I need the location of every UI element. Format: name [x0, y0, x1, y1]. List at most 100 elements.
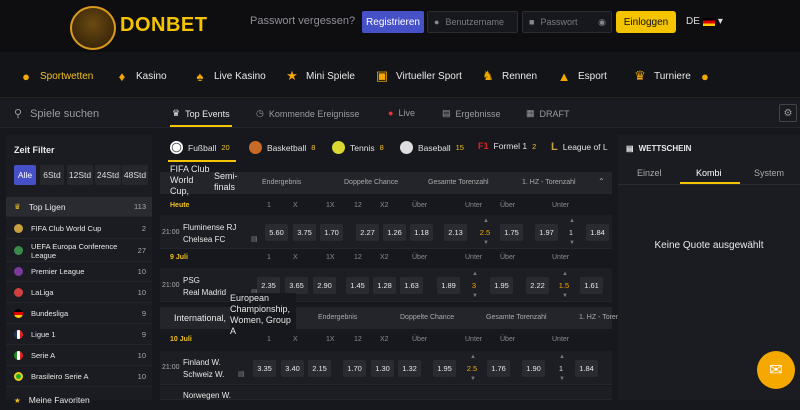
odd-1[interactable]: 5.60: [265, 224, 288, 241]
odd-1x[interactable]: 2.27: [356, 224, 379, 241]
gear-icon[interactable]: ⚙: [779, 104, 797, 122]
odd-1x[interactable]: 1.70: [343, 360, 366, 377]
odd-x2[interactable]: 1.32: [398, 360, 421, 377]
filter-48std[interactable]: 48Std: [122, 165, 148, 185]
sidebar-item-fifa-club-world-cup[interactable]: FIFA Club World Cup 2: [6, 219, 152, 239]
line-down-icon[interactable]: ▼: [562, 293, 568, 299]
tab-kommende-ereignisse[interactable]: ◷ Kommende Ereignisse: [256, 108, 359, 119]
sidebar-item-laliga[interactable]: LaLiga 10: [6, 283, 152, 303]
sidebar-item-favoriten[interactable]: ★ Meine Favoriten: [6, 390, 152, 410]
betslip-tab-einzel[interactable]: Einzel: [637, 168, 662, 178]
odd-12[interactable]: 1.26: [383, 224, 406, 241]
total-line[interactable]: 2.5: [479, 224, 491, 241]
sidebar-title: Zeit Filter: [14, 145, 55, 155]
tab-top-events[interactable]: ♛ Top Events: [172, 108, 230, 119]
chevron-up-icon[interactable]: ⌃: [598, 177, 605, 186]
odd-x[interactable]: 3.65: [285, 277, 308, 294]
total-line[interactable]: 3: [468, 277, 480, 294]
logo-icon[interactable]: [70, 6, 116, 50]
odd-2[interactable]: 2.90: [313, 277, 336, 294]
odd-1x[interactable]: 1.45: [346, 277, 369, 294]
sport-tab-league-of-legends[interactable]: L League of L: [551, 141, 608, 153]
register-button[interactable]: Registrieren: [362, 11, 424, 33]
odd-1[interactable]: 3.35: [253, 360, 276, 377]
line-down-icon[interactable]: ▼: [470, 376, 476, 382]
line-down-icon[interactable]: ▼: [569, 240, 575, 246]
odd-over[interactable]: 2.13: [444, 224, 467, 241]
betslip-tab-system[interactable]: System: [754, 168, 784, 178]
username-input[interactable]: ● Benutzername: [427, 11, 518, 33]
betslip-tab-kombi[interactable]: Kombi: [696, 168, 722, 178]
odd-x[interactable]: 3.75: [293, 224, 316, 241]
ht-line[interactable]: 1: [565, 224, 577, 241]
nav-mini-spiele[interactable]: ★ Mini Spiele: [284, 68, 355, 84]
chat-icon[interactable]: ✉: [757, 351, 795, 389]
sidebar-item-bundesliga[interactable]: Bundesliga 9: [6, 304, 152, 324]
sidebar-item-top-ligen[interactable]: ♛ Top Ligen 113: [6, 197, 152, 217]
tab-draft[interactable]: ▦ DRAFT: [526, 108, 570, 119]
line-down-icon[interactable]: ▼: [472, 293, 478, 299]
stats-icon[interactable]: ▤: [238, 370, 245, 378]
sport-tab-basketball[interactable]: Basketball 8: [249, 141, 315, 154]
nav-esport[interactable]: ▲ Esport: [556, 68, 607, 84]
sport-tab-baseball[interactable]: Baseball 15: [400, 141, 464, 154]
odd-1[interactable]: 2.35: [257, 277, 280, 294]
odd-ht-over[interactable]: 1.90: [522, 360, 545, 377]
odd-ht-under[interactable]: 1.84: [586, 224, 609, 241]
sidebar-item-premier-league[interactable]: Premier League 10: [6, 262, 152, 282]
odd-x2[interactable]: 1.18: [410, 224, 433, 241]
odd-12[interactable]: 1.30: [371, 360, 394, 377]
line-down-icon[interactable]: ▼: [483, 240, 489, 246]
sidebar-item-brasileiro-serie-a[interactable]: Brasileiro Serie A 10: [6, 367, 152, 387]
sidebar-item-ligue-1[interactable]: Ligue 1 9: [6, 325, 152, 345]
sidebar-item-uefa-conference-league[interactable]: UEFA Europa Conference League 27: [6, 240, 152, 262]
results-icon: ▤: [442, 108, 451, 118]
odd-ht-under[interactable]: 1.61: [580, 277, 603, 294]
filter-12std[interactable]: 12Std: [67, 165, 93, 185]
line-down-icon[interactable]: ▼: [559, 376, 565, 382]
login-button[interactable]: Einloggen: [616, 11, 676, 33]
filter-alle[interactable]: Alle: [14, 165, 36, 185]
home-team: Norwegen W.: [183, 391, 232, 400]
filter-6std[interactable]: 6Std: [40, 165, 64, 185]
odd-2[interactable]: 1.70: [320, 224, 343, 241]
odd-2[interactable]: 2.15: [308, 360, 331, 377]
odd-ht-over[interactable]: 2.22: [526, 277, 549, 294]
eye-icon[interactable]: ◉: [598, 17, 606, 28]
stats-icon[interactable]: ▤: [251, 235, 258, 243]
nav-kasino[interactable]: ♦ Kasino: [114, 68, 167, 84]
odd-over[interactable]: 1.89: [437, 277, 460, 294]
col-header: Über: [500, 254, 516, 261]
odd-under[interactable]: 1.75: [500, 224, 523, 241]
nav-live-kasino[interactable]: ♠ Live Kasino: [192, 68, 266, 84]
sport-tab-formel-1[interactable]: F1 Formel 1 2: [478, 141, 536, 151]
nav-sportwetten[interactable]: ● Sportwetten: [18, 68, 93, 84]
search-icon: ⚲: [14, 108, 23, 120]
odd-ht-over[interactable]: 1.97: [535, 224, 558, 241]
sport-tab-tennis[interactable]: Tennis 8: [332, 141, 384, 154]
password-input[interactable]: ■ Passwort ◉: [522, 11, 612, 33]
sport-tab-fussball[interactable]: Fußball 20: [170, 141, 230, 154]
nav-turniere[interactable]: ♛ Turniere ●: [632, 68, 713, 84]
tab-ergebnisse[interactable]: ▤ Ergebnisse: [442, 108, 501, 119]
odd-ht-under[interactable]: 1.84: [575, 360, 598, 377]
odd-under[interactable]: 1.76: [487, 360, 510, 377]
total-line[interactable]: 2.5: [466, 360, 478, 377]
search-input[interactable]: ⚲ Spiele suchen: [14, 107, 99, 121]
nav-rennen[interactable]: ♞ Rennen: [480, 68, 537, 84]
logo-text[interactable]: DONBET: [120, 14, 207, 37]
odd-over[interactable]: 1.95: [433, 360, 456, 377]
nav-virtueller-sport[interactable]: ▣ Virtueller Sport: [374, 68, 462, 84]
ht-line[interactable]: 1: [555, 360, 567, 377]
forgot-password-link[interactable]: Passwort vergessen?: [250, 15, 355, 27]
tab-live[interactable]: ● Live: [388, 108, 415, 118]
filter-24std[interactable]: 24Std: [95, 165, 121, 185]
odd-x2[interactable]: 1.63: [400, 277, 423, 294]
odd-12[interactable]: 1.28: [373, 277, 396, 294]
league-count: 2: [141, 224, 146, 233]
odd-under[interactable]: 1.95: [490, 277, 513, 294]
odd-x[interactable]: 3.40: [281, 360, 304, 377]
ht-line[interactable]: 1.5: [558, 277, 570, 294]
sidebar-item-serie-a[interactable]: Serie A 10: [6, 346, 152, 366]
language-selector[interactable]: DE ▾: [686, 16, 723, 27]
